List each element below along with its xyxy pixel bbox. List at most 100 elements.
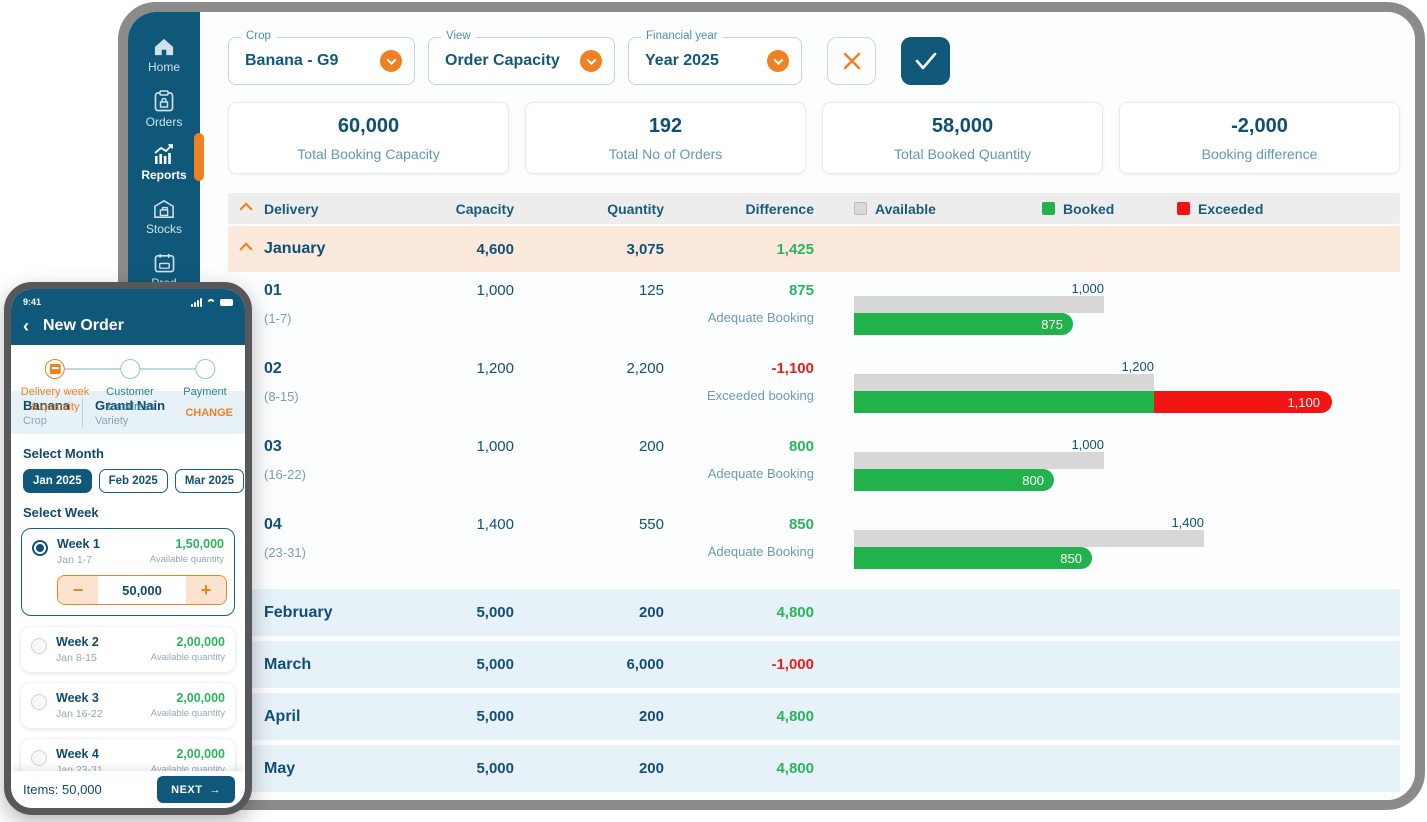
week-difference: -1,100 [664, 360, 814, 377]
week-3-card[interactable]: Week 3Jan 16-22 2,00,000Available quanti… [21, 683, 235, 728]
week-available-qty: 2,00,000 [151, 747, 225, 761]
step-customer-address[interactable]: Customer& address [105, 359, 155, 415]
phone-page-title: New Order [43, 317, 124, 335]
capacity-bar: 1,000 800 [854, 438, 1400, 491]
table-row-march[interactable]: March 5,000 6,000 -1,000 [228, 641, 1400, 688]
capacity-bar: 1,400 850 [854, 516, 1400, 569]
week-note: Adequate Booking [664, 544, 814, 559]
next-button[interactable]: NEXT→ [157, 776, 235, 803]
week-note: Exceeded booking [664, 388, 814, 403]
week-range: (23-31) [264, 545, 414, 560]
table-row-may[interactable]: May 5,000 200 4,800 [228, 745, 1400, 792]
week-capacity: 1,200 [414, 360, 514, 377]
crop-select[interactable]: Crop Banana - G9 [228, 37, 415, 85]
chip-feb-2025[interactable]: Feb 2025 [99, 469, 168, 493]
collapse-all-icon[interactable] [239, 202, 253, 216]
table-row-april[interactable]: April 5,000 200 4,800 [228, 693, 1400, 740]
radio-selected[interactable] [32, 540, 48, 556]
week-note: Adequate Booking [664, 310, 814, 325]
sidebar-item-orders[interactable]: Orders [128, 82, 200, 136]
signal-icon [191, 298, 202, 307]
step-delivery-week[interactable]: Delivery week& quantity [21, 359, 89, 415]
col-delivery: Delivery [264, 201, 414, 217]
week-quantity: 2,200 [514, 360, 664, 377]
month-capacity: 5,000 [414, 604, 514, 621]
week-available-label: Available quantity [151, 652, 225, 663]
close-icon [841, 50, 863, 72]
week-difference: 850 [664, 516, 814, 533]
month-quantity: 6,000 [514, 656, 664, 673]
home-icon [153, 37, 175, 57]
radio-unselected[interactable] [31, 750, 47, 766]
financial-year-select[interactable]: Financial year Year 2025 [628, 37, 802, 85]
chip-jan-2025[interactable]: Jan 2025 [23, 469, 92, 493]
week-range: (16-22) [264, 467, 414, 482]
select-week-title: Select Week [23, 505, 233, 520]
table-row-january[interactable]: January 4,600 3,075 1,425 [228, 226, 1400, 272]
chevron-down-icon [380, 50, 402, 72]
cancel-button[interactable] [827, 37, 876, 85]
card-booking-difference: -2,000 Booking difference [1119, 102, 1400, 174]
week-dates: Jan 8-15 [56, 652, 99, 664]
stocks-icon [153, 199, 175, 219]
card-label: Total Booking Capacity [297, 146, 439, 162]
filter-bar: Crop Banana - G9 View Order Capacity Fin… [228, 37, 950, 85]
card-value: 192 [649, 115, 682, 138]
plus-button[interactable]: + [186, 576, 226, 604]
month-difference: 4,800 [664, 708, 814, 725]
collapse-month-icon[interactable] [239, 242, 253, 256]
month-quantity: 200 [514, 604, 664, 621]
table-row-week-01[interactable]: 01(1-7) 1,000 125 875Adequate Booking 1,… [228, 272, 1400, 350]
capacity-table: Delivery Capacity Quantity Difference Av… [228, 193, 1400, 792]
sidebar-item-label: Stocks [146, 222, 182, 236]
month-name: January [264, 240, 414, 258]
card-label: Total Booked Quantity [894, 146, 1031, 162]
view-select[interactable]: View Order Capacity [428, 37, 615, 85]
month-name: April [264, 708, 414, 726]
col-difference: Difference [664, 201, 814, 217]
quantity-stepper: − 50,000 + [57, 575, 227, 605]
week-available-qty: 2,00,000 [151, 691, 225, 705]
wifi-icon [206, 299, 216, 306]
week-1-card[interactable]: Week 1Jan 1-7 1,50,000Available quantity… [21, 528, 235, 616]
step-payment[interactable]: Payment [183, 359, 226, 415]
status-bar: 9:41 [23, 295, 233, 309]
sidebar-item-reports[interactable]: Reports [128, 136, 200, 190]
capacity-bar-label: 1,400 [854, 516, 1204, 530]
available-bar [854, 374, 1154, 391]
week-range: (1-7) [264, 311, 414, 326]
month-name: March [264, 656, 414, 674]
week-difference: 875 [664, 282, 814, 299]
month-capacity: 5,000 [414, 760, 514, 777]
month-capacity: 5,000 [414, 708, 514, 725]
month-name: February [264, 604, 414, 622]
sidebar-item-stocks[interactable]: Stocks [128, 190, 200, 244]
week-day: 03 [264, 438, 414, 456]
radio-unselected[interactable] [31, 694, 47, 710]
card-label: Booking difference [1202, 146, 1318, 162]
capacity-bar-label: 1,200 [854, 360, 1154, 374]
month-quantity: 200 [514, 708, 664, 725]
table-row-february[interactable]: February 5,000 200 4,800 [228, 589, 1400, 636]
chip-mar-2025[interactable]: Mar 2025 [175, 469, 244, 493]
week-2-card[interactable]: Week 2Jan 8-15 2,00,000Available quantit… [21, 627, 235, 672]
reports-icon [152, 144, 176, 165]
legend-exceeded: Exceeded [1177, 201, 1263, 217]
table-row-week-04[interactable]: 04(23-31) 1,400 550 850Adequate Booking … [228, 506, 1400, 584]
exceeded-swatch [1177, 202, 1190, 215]
summary-cards: 60,000 Total Booking Capacity 192 Total … [228, 102, 1400, 174]
confirm-button[interactable] [901, 37, 950, 85]
quantity-value[interactable]: 50,000 [98, 576, 186, 604]
crop-label: Crop [23, 415, 70, 427]
table-row-week-03[interactable]: 03(16-22) 1,000 200 800Adequate Booking … [228, 428, 1400, 506]
table-row-week-02[interactable]: 02(8-15) 1,200 2,200 -1,100Exceeded book… [228, 350, 1400, 428]
radio-unselected[interactable] [31, 638, 47, 654]
back-chevron-icon[interactable]: ‹ [23, 317, 29, 335]
items-total: Items: 50,000 [23, 782, 102, 797]
production-icon [154, 253, 175, 273]
capacity-bar-label: 1,000 [854, 282, 1104, 296]
main-content: Crop Banana - G9 View Order Capacity Fin… [200, 12, 1415, 800]
minus-button[interactable]: − [58, 576, 98, 604]
sidebar-item-home[interactable]: Home [128, 28, 200, 82]
month-quantity: 3,075 [514, 241, 664, 258]
